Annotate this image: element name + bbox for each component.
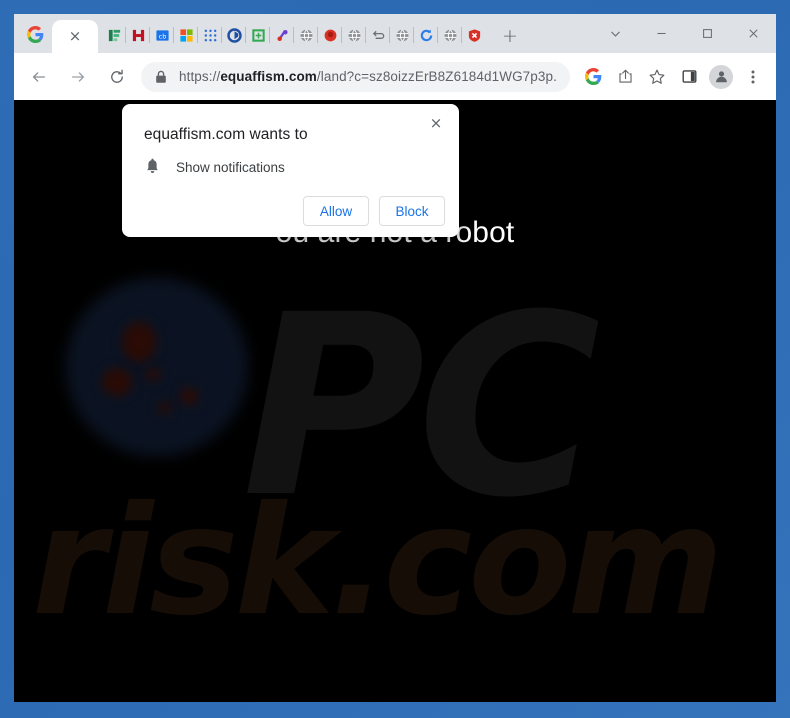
extension-green-crop-icon[interactable]	[246, 22, 270, 48]
extension-microsoft-squares-icon[interactable]	[174, 22, 198, 48]
bell-icon	[144, 158, 170, 176]
new-tab-button[interactable]: +	[496, 22, 524, 50]
background-spot	[102, 368, 132, 396]
watermark-pc-text: PC	[242, 261, 601, 552]
dialog-actions: Allow Block	[303, 196, 445, 226]
extension-cb-blue-icon[interactable]: cb	[150, 22, 174, 48]
extension-shield-circle-icon[interactable]	[222, 22, 246, 48]
back-arrow-icon[interactable]	[24, 62, 54, 92]
url-domain: equaffism.com	[220, 69, 317, 84]
profile-avatar[interactable]	[706, 62, 736, 92]
tab-strip: × cb +	[14, 14, 776, 53]
extension-globe-gray-4-icon[interactable]	[438, 22, 462, 48]
extension-refresh-blue-icon[interactable]	[414, 22, 438, 48]
reload-icon[interactable]	[102, 62, 132, 92]
tab-close-icon[interactable]: ×	[69, 29, 82, 44]
notification-permission-dialog: × equaffism.com wants to Show notificati…	[122, 104, 459, 237]
background-spot	[122, 322, 156, 362]
extension-icons-row: cb	[98, 20, 488, 53]
address-bar[interactable]: https://equaffism.com/land?c=sz8oizzErB8…	[141, 61, 570, 92]
side-panel-icon[interactable]	[674, 62, 704, 92]
browser-window: × cb + https://equaffism.com/land?c=sz8o…	[14, 14, 776, 702]
extension-h-red-icon[interactable]	[126, 22, 150, 48]
watermark-risk-text: risk.com	[32, 475, 724, 649]
background-circle-graphic	[66, 278, 248, 456]
extension-globe-gray-2-icon[interactable]	[342, 22, 366, 48]
svg-text:cb: cb	[158, 32, 166, 40]
extension-globe-gray-3-icon[interactable]	[390, 22, 414, 48]
close-window-button[interactable]	[730, 14, 776, 53]
maximize-button[interactable]	[684, 14, 730, 53]
address-bar-url: https://equaffism.com/land?c=sz8oizzErB8…	[179, 69, 558, 84]
avatar	[709, 64, 733, 89]
forward-arrow-icon[interactable]	[63, 62, 93, 92]
background-spot	[146, 368, 160, 381]
extension-blue-dots-grid-icon[interactable]	[198, 22, 222, 48]
window-controls	[592, 14, 776, 53]
page-viewport: PC risk.com ou are not a robot × equaffi…	[14, 100, 776, 702]
url-scheme: https://	[179, 69, 221, 84]
lock-icon[interactable]	[155, 70, 167, 84]
url-path: /land?c=sz8oizzErB8Z6184d1WG7p3p...	[316, 69, 558, 84]
extension-swap-arrows-icon[interactable]	[366, 22, 390, 48]
share-icon[interactable]	[610, 62, 640, 92]
active-tab[interactable]: ×	[52, 20, 98, 53]
extension-green-bars-icon[interactable]	[102, 22, 126, 48]
star-icon[interactable]	[642, 62, 672, 92]
background-spot	[180, 388, 198, 405]
dialog-title: equaffism.com wants to	[144, 126, 308, 143]
tab-search-chevron-down-icon[interactable]	[592, 14, 638, 53]
screenshot-frame: × cb + https://equaffism.com/land?c=sz8o…	[0, 0, 790, 718]
pinned-tab-google[interactable]	[18, 20, 52, 53]
browser-toolbar: https://equaffism.com/land?c=sz8oizzErB8…	[14, 53, 776, 100]
block-button[interactable]: Block	[379, 196, 445, 226]
extension-shield-red-x-icon[interactable]	[462, 22, 486, 48]
permission-row: Show notifications	[144, 158, 443, 176]
minimize-button[interactable]	[638, 14, 684, 53]
three-dot-menu-icon[interactable]	[738, 62, 768, 92]
google-icon	[26, 25, 44, 48]
google-search-icon[interactable]	[578, 62, 608, 92]
allow-button[interactable]: Allow	[303, 196, 369, 226]
extension-purple-link-icon[interactable]	[270, 22, 294, 48]
permission-label: Show notifications	[176, 159, 285, 175]
extension-globe-gray-1-icon[interactable]	[294, 22, 318, 48]
background-spot	[159, 402, 171, 414]
extension-red-record-icon[interactable]	[318, 22, 342, 48]
close-icon[interactable]: ×	[425, 112, 447, 134]
